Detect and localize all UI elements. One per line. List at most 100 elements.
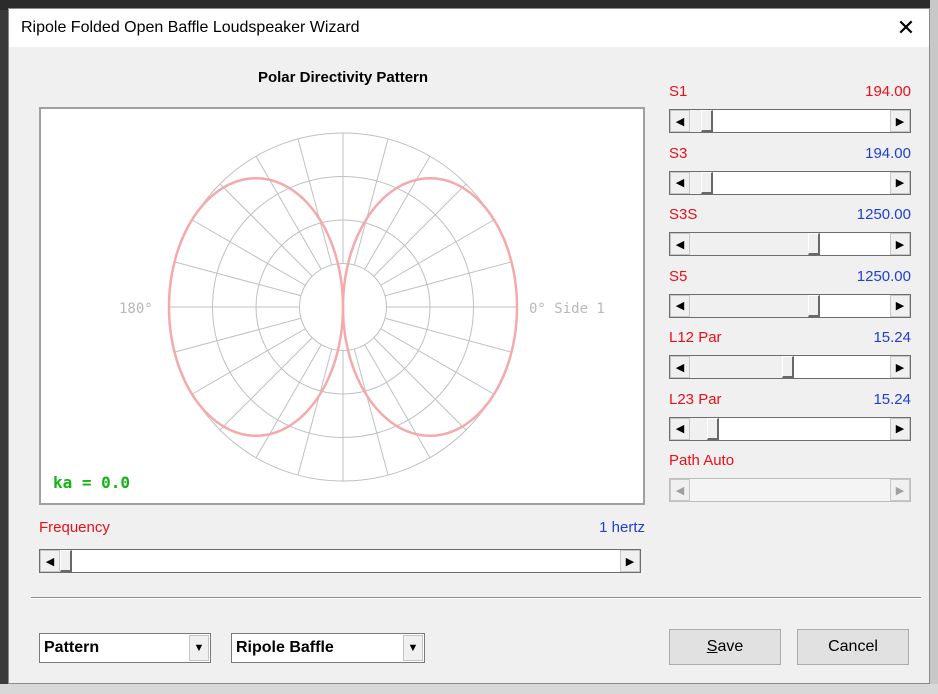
param-slider-left-arrow: ◀ [670, 479, 690, 501]
frequency-label: Frequency [39, 519, 110, 536]
param-slider-right-arrow[interactable]: ▶ [890, 233, 910, 255]
triangle-left-icon: ◀ [675, 238, 685, 251]
triangle-right-icon: ▶ [895, 361, 905, 374]
save-mnemonic: S [706, 638, 718, 655]
param-slider-right-arrow[interactable]: ▶ [890, 356, 910, 378]
param-slider-left-arrow[interactable]: ◀ [670, 171, 690, 194]
param-slider-thumb[interactable] [782, 356, 795, 378]
param-slider: ◀ ▶ [669, 478, 911, 502]
triangle-right-icon: ▶ [895, 115, 905, 128]
triangle-left-icon: ◀ [675, 115, 685, 128]
param-slider-thumb[interactable] [808, 294, 821, 317]
chevron-down-icon: ▼ [407, 642, 419, 654]
title-bar: Ripole Folded Open Baffle Loudspeaker Wi… [9, 9, 929, 47]
frequency-slider[interactable]: ◀ ▶ [39, 549, 641, 573]
param-slider-left-arrow[interactable]: ◀ [670, 356, 690, 378]
param-value: 194.00 [865, 144, 911, 162]
triangle-left-icon: ◀ [675, 423, 685, 435]
window-title: Ripole Folded Open Baffle Loudspeaker Wi… [21, 19, 360, 36]
frequency-slider-left-arrow[interactable]: ◀ [40, 550, 60, 572]
param-slider-left-arrow[interactable]: ◀ [670, 417, 690, 440]
triangle-right-icon: ▶ [895, 423, 905, 435]
grid-spoke [174, 261, 302, 297]
param-label: S1 [669, 83, 688, 100]
polar-plot-canvas: 180° 0° Side 1 [119, 132, 605, 482]
param-slider-thumb[interactable] [808, 233, 821, 255]
view-select-dropdown-button[interactable]: ▼ [189, 635, 209, 661]
param-slider-thumb[interactable] [701, 171, 714, 194]
param-slider[interactable]: ◀ ▶ [669, 355, 911, 379]
param-label: S3 [669, 144, 688, 162]
wizard-dialog: Ripole Folded Open Baffle Loudspeaker Wi… [8, 8, 930, 684]
triangle-right-icon: ▶ [625, 555, 635, 568]
grid-spoke [297, 138, 333, 266]
param-slider[interactable]: ◀ ▶ [669, 293, 911, 318]
param-slider-right-arrow[interactable]: ▶ [890, 417, 910, 440]
triangle-left-icon: ◀ [675, 300, 685, 312]
ka-readout: ka = 0.0 [53, 473, 131, 492]
close-button[interactable]: ✕ [883, 9, 929, 47]
grid-spoke [353, 348, 389, 476]
save-button[interactable]: Save [669, 629, 781, 665]
param-slider-track[interactable] [690, 294, 809, 317]
close-icon: ✕ [896, 15, 916, 40]
triangle-right-icon: ▶ [895, 177, 905, 189]
triangle-right-icon: ▶ [895, 484, 905, 497]
save-label-rest: ave [717, 638, 744, 655]
background-right-edge [930, 0, 938, 694]
param-slider-right-arrow[interactable]: ▶ [890, 110, 910, 132]
param-slider[interactable]: ◀ ▶ [669, 170, 911, 195]
param-slider-left-arrow[interactable]: ◀ [670, 294, 690, 317]
param-slider-track[interactable] [690, 356, 783, 378]
polar-plot: 180° 0° Side 1 ka = 0.0 [39, 107, 645, 505]
grid-spoke [384, 317, 512, 353]
triangle-right-icon: ▶ [895, 238, 905, 251]
param-slider-left-arrow[interactable]: ◀ [670, 233, 690, 255]
frequency-slider-thumb[interactable] [60, 550, 72, 572]
plot-title: Polar Directivity Pattern [257, 69, 429, 86]
view-select-value: Pattern [44, 639, 100, 656]
param-slider-thumb[interactable] [701, 110, 714, 132]
param-label: S3S [669, 206, 698, 223]
param-value: 15.24 [873, 329, 911, 346]
triangle-left-icon: ◀ [675, 177, 685, 189]
separator-line [31, 597, 921, 599]
chevron-down-icon: ▼ [193, 642, 205, 654]
triangle-left-icon: ◀ [45, 555, 55, 568]
param-slider-track[interactable] [690, 110, 702, 132]
param-slider-track[interactable] [690, 233, 809, 255]
param-label: L12 Par [669, 329, 722, 346]
param-slider-track[interactable] [690, 417, 707, 440]
grid-spoke [297, 348, 333, 476]
param-value: 1250.00 [856, 206, 911, 223]
model-select-value: Ripole Baffle [236, 639, 334, 656]
frequency-value: 1 hertz [599, 519, 645, 536]
param-slider-right-arrow[interactable]: ▶ [890, 171, 910, 194]
param-slider-track[interactable] [690, 171, 702, 194]
param-label: S5 [669, 267, 688, 285]
frequency-slider-right-arrow[interactable]: ▶ [620, 550, 640, 572]
param-slider-right-arrow: ▶ [890, 479, 910, 501]
cancel-button[interactable]: Cancel [797, 629, 909, 665]
grid-spoke [384, 261, 512, 297]
grid-spoke [174, 317, 302, 353]
param-value: 194.00 [865, 83, 911, 100]
model-select[interactable]: Ripole Baffle ▼ [231, 633, 425, 663]
view-select[interactable]: Pattern ▼ [39, 633, 211, 663]
param-slider[interactable]: ◀ ▶ [669, 416, 911, 441]
param-label: Path Auto [669, 452, 735, 469]
param-slider-thumb[interactable] [706, 417, 719, 440]
param-value: 15.24 [873, 390, 911, 408]
model-select-dropdown-button[interactable]: ▼ [403, 635, 423, 661]
angle-label-180: 180° [119, 301, 153, 317]
triangle-left-icon: ◀ [675, 361, 685, 374]
param-slider-left-arrow[interactable]: ◀ [670, 110, 690, 132]
save-button-label: Save [707, 638, 743, 656]
background-bottom-edge [0, 684, 938, 694]
param-label: L23 Par [669, 390, 722, 408]
param-slider-right-arrow[interactable]: ▶ [890, 294, 910, 317]
triangle-right-icon: ▶ [895, 300, 905, 312]
cancel-button-label: Cancel [828, 638, 878, 655]
param-slider[interactable]: ◀ ▶ [669, 109, 911, 133]
param-slider[interactable]: ◀ ▶ [669, 232, 911, 256]
